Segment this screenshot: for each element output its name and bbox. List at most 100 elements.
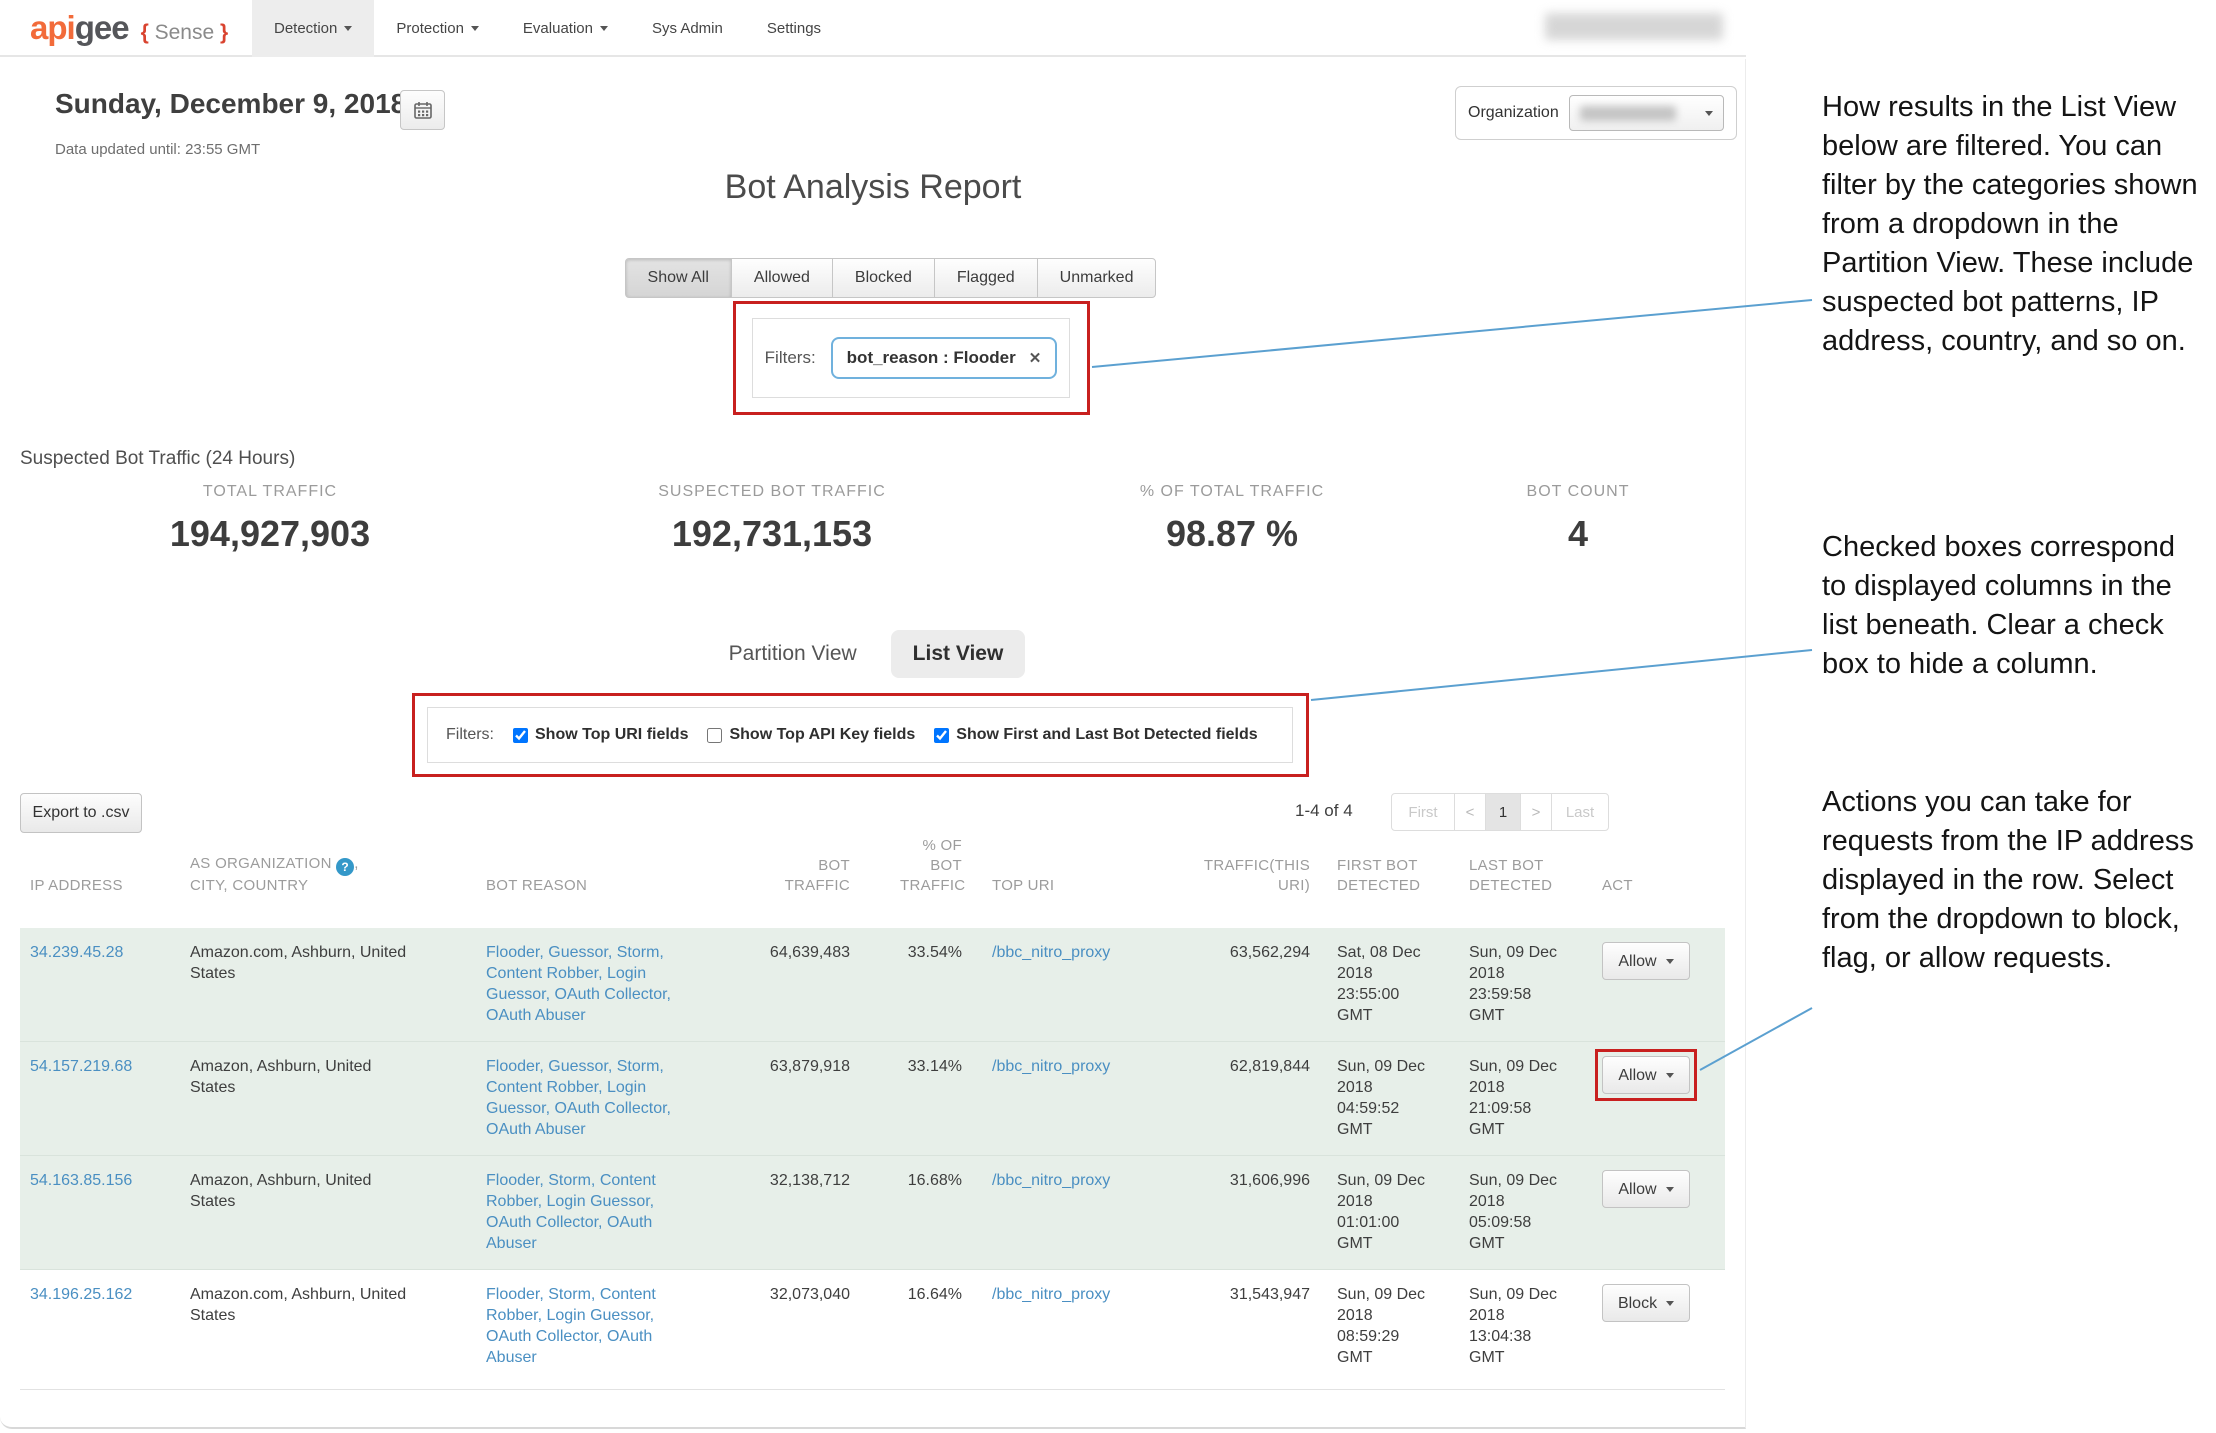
column-header-last-bot-detected: LAST BOT DETECTED [1440,856,1573,896]
stat-label: TOTAL TRAFFIC [110,483,430,501]
header-text: % OF BOT TRAFFIC [900,836,962,896]
header-text: LAST BOT DETECTED [1469,856,1564,896]
as-organization: Amazon.com, Ashburn, United States [190,942,412,984]
top-uri-link[interactable]: /bbc_nitro_proxy [992,1172,1110,1189]
data-updated-label: Data updated until: 23:55 GMT [55,141,260,158]
chevron-down-icon [1666,1301,1674,1306]
pagination-first-button[interactable]: First [1391,793,1455,831]
nav-item-detection[interactable]: Detection [252,0,374,57]
checkbox-label: Show First and Last Bot Detected fields [956,726,1257,744]
checkbox-show-top-api-key[interactable]: Show Top API Key fields [707,726,915,744]
column-header-pct-bot-traffic: % OF BOT TRAFFIC [850,836,962,896]
filter-bar: Filters: bot_reason : Flooder ✕ [752,318,1070,398]
stat-pct-total-traffic: % OF TOTAL TRAFFIC 98.87 % [1072,483,1392,555]
ip-address-link[interactable]: 54.163.85.156 [30,1172,132,1189]
page-title: Bot Analysis Report [0,168,1746,207]
filter-chip-bot-reason[interactable]: bot_reason : Flooder ✕ [831,337,1058,379]
traffic-this-uri-value: 62,819,844 [1136,1056,1310,1145]
nav-item-settings[interactable]: Settings [745,0,843,57]
checkbox-input[interactable] [707,728,722,743]
bot-reason-links[interactable]: Flooder, Guessor, Storm, Content Robber,… [486,942,686,1026]
action-dropdown[interactable]: Block [1602,1284,1690,1322]
nav-item-protection[interactable]: Protection [374,0,501,57]
traffic-this-uri-value: 63,562,294 [1136,942,1310,1031]
top-uri-link[interactable]: /bbc_nitro_proxy [992,944,1110,961]
action-dropdown[interactable]: Allow [1602,942,1690,980]
remove-filter-icon[interactable]: ✕ [1029,349,1042,367]
ip-address-link[interactable]: 34.239.45.28 [30,944,123,961]
last-bot-detected: Sun, 09 Dec 2018 13:04:38 GMT [1469,1284,1564,1368]
pct-bot-traffic-value: 16.68% [850,1170,962,1259]
stat-value: 192,731,153 [612,513,932,555]
table-header-row: IP ADDRESS AS ORGANIZATION ?, CITY, COUN… [20,836,1725,909]
stat-label: % OF TOTAL TRAFFIC [1072,483,1392,501]
pagination-next-button[interactable]: > [1520,793,1552,831]
ip-address-link[interactable]: 34.196.25.162 [30,1286,132,1303]
action-label: Allow [1618,1179,1656,1200]
bot-reason-links[interactable]: Flooder, Storm, Content Robber, Login Gu… [486,1284,686,1368]
chevron-down-icon [1666,959,1674,964]
table-row: 34.196.25.162 Amazon.com, Ashburn, Unite… [20,1270,1725,1390]
tab-unmarked[interactable]: Unmarked [1037,258,1157,298]
help-icon[interactable]: ? [336,858,354,876]
nav-item-protection-label: Protection [396,20,464,37]
bot-traffic-value: 32,073,040 [720,1284,850,1379]
tab-blocked[interactable]: Blocked [832,258,935,298]
chevron-down-icon [344,26,352,31]
organization-selector: Organization [1455,86,1737,140]
stat-value: 194,927,903 [110,513,430,555]
stats-heading: Suspected Bot Traffic (24 Hours) [20,448,295,470]
column-header-first-bot-detected: FIRST BOT DETECTED [1310,856,1440,896]
annotation-text-filtering: How results in the List View below are f… [1822,88,2204,361]
tab-allowed[interactable]: Allowed [731,258,833,298]
bot-traffic-value: 64,639,483 [720,942,850,1031]
checkbox-show-top-uri[interactable]: Show Top URI fields [513,726,688,744]
nav-item-evaluation[interactable]: Evaluation [501,0,630,57]
sense-close-brace: } [220,21,228,44]
nav-item-sys-admin[interactable]: Sys Admin [630,0,745,57]
date-picker-button[interactable] [400,90,445,130]
annotation-text-checkboxes: Checked boxes correspond to displayed co… [1822,528,2204,684]
view-switcher: Partition View List View [0,630,1746,678]
status-tab-group: Show All Allowed Blocked Flagged Unmarke… [18,258,1764,298]
checkbox-input[interactable] [513,728,528,743]
as-org-text: AS ORGANIZATION [190,855,332,872]
filters-label: Filters: [765,348,816,368]
column-header-ip: IP ADDRESS [20,876,178,896]
user-email-redacted[interactable] [1545,13,1723,40]
table-row: 34.239.45.28 Amazon.com, Ashburn, United… [20,928,1725,1042]
column-header-bot-traffic: BOT TRAFFIC [720,856,850,896]
tab-list-view[interactable]: List View [891,630,1026,678]
action-label: Block [1618,1293,1657,1314]
city-country-text: CITY, COUNTRY [190,877,308,894]
nav-item-sys-admin-label: Sys Admin [652,20,723,37]
nav-item-settings-label: Settings [767,20,821,37]
column-filter-bar: Filters: Show Top URI fields Show Top AP… [427,707,1293,763]
bot-reason-links[interactable]: Flooder, Guessor, Storm, Content Robber,… [486,1056,686,1140]
tab-flagged[interactable]: Flagged [934,258,1038,298]
checkbox-input[interactable] [934,728,949,743]
checkbox-show-first-last-detected[interactable]: Show First and Last Bot Detected fields [934,726,1257,744]
as-organization: Amazon, Ashburn, United States [190,1056,412,1098]
tab-show-all[interactable]: Show All [625,258,732,298]
export-csv-button[interactable]: Export to .csv [20,793,142,833]
first-bot-detected: Sat, 08 Dec 2018 23:55:00 GMT [1337,942,1432,1026]
last-bot-detected: Sun, 09 Dec 2018 23:59:58 GMT [1469,942,1564,1026]
header-text: FIRST BOT DETECTED [1337,856,1432,896]
action-dropdown[interactable]: Allow [1602,1056,1690,1094]
tab-partition-view[interactable]: Partition View [721,630,865,678]
pagination-current-page[interactable]: 1 [1485,793,1521,831]
top-uri-link[interactable]: /bbc_nitro_proxy [992,1058,1110,1075]
organization-dropdown[interactable] [1569,95,1724,131]
bot-reason-links[interactable]: Flooder, Storm, Content Robber, Login Gu… [486,1170,686,1254]
pagination-prev-button[interactable]: < [1454,793,1486,831]
top-uri-link[interactable]: /bbc_nitro_proxy [992,1286,1110,1303]
pagination-last-button[interactable]: Last [1551,793,1609,831]
action-label: Allow [1618,1065,1656,1086]
logo-api: api [30,9,75,46]
action-dropdown[interactable]: Allow [1602,1170,1690,1208]
nav-item-detection-label: Detection [274,20,337,37]
traffic-this-uri-value: 31,606,996 [1136,1170,1310,1259]
ip-address-link[interactable]: 54.157.219.68 [30,1058,132,1075]
sense-wordmark: { Sense } [141,21,229,45]
